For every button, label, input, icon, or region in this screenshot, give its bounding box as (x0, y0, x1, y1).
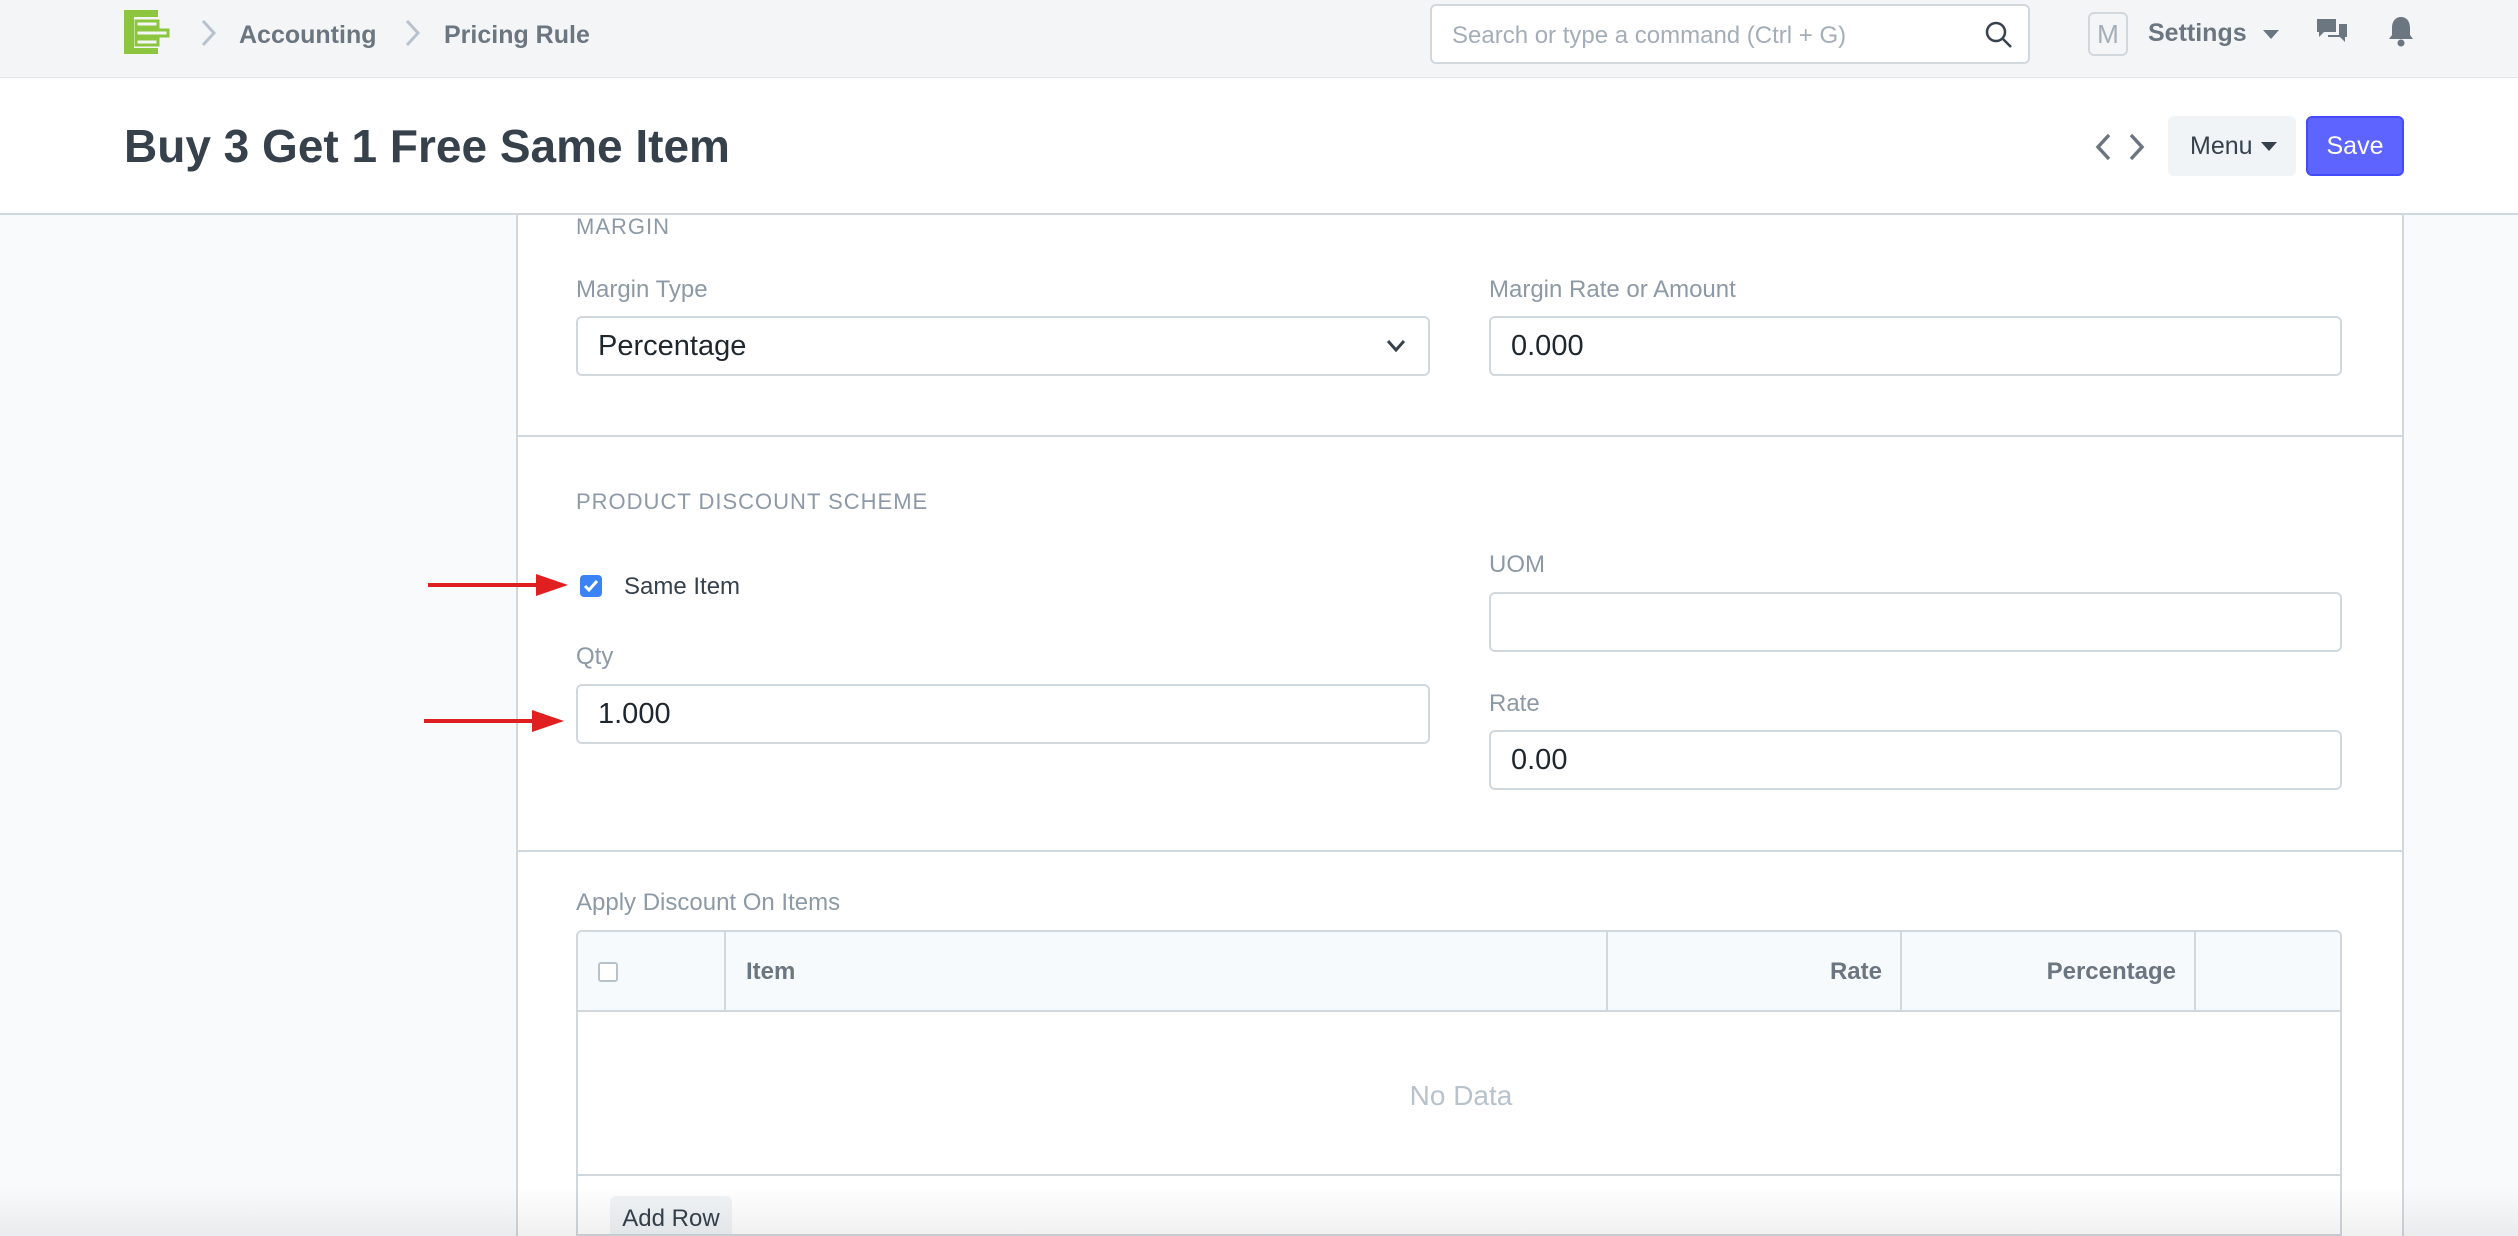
avatar[interactable]: M (2088, 12, 2128, 56)
page-title: Buy 3 Get 1 Free Same Item (124, 120, 730, 172)
apply-discount-grid: Item Rate Percentage No Data Add Row (576, 930, 2342, 1236)
column-header-rate: Rate (1829, 958, 1882, 985)
checkmark-icon (583, 580, 599, 593)
section-divider (516, 850, 2404, 852)
section-divider (516, 435, 2404, 437)
rate-input[interactable]: 0.00 (1489, 730, 2342, 790)
bell-icon[interactable] (2386, 14, 2416, 48)
grid-header-percentage: Percentage (1902, 932, 2196, 1012)
margin-type-select[interactable]: Percentage (576, 316, 1430, 376)
column-header-percentage: Percentage (2046, 958, 2176, 985)
app-logo-icon[interactable] (122, 8, 174, 56)
select-all-checkbox[interactable] (598, 962, 618, 982)
uom-label: UOM (1489, 551, 1545, 578)
section-heading-margin: MARGIN (576, 214, 670, 239)
grid-header-item: Item (726, 932, 1608, 1012)
previous-record-icon[interactable] (2092, 130, 2116, 164)
grid-header-row: Item Rate Percentage (578, 932, 2340, 1012)
top-navbar: Accounting Pricing Rule Search or type a… (0, 0, 2518, 78)
next-record-icon[interactable] (2124, 130, 2148, 164)
same-item-label[interactable]: Same Item (624, 573, 740, 601)
margin-type-value: Percentage (598, 330, 747, 362)
caret-down-icon (2263, 30, 2279, 39)
caret-down-icon (2261, 142, 2277, 151)
settings-dropdown[interactable]: Settings (2148, 18, 2247, 48)
chevron-down-icon (1386, 340, 1406, 353)
breadcrumb-accounting[interactable]: Accounting (239, 20, 377, 50)
breadcrumb-pricing-rule[interactable]: Pricing Rule (444, 20, 590, 50)
add-row-button[interactable]: Add Row (610, 1196, 732, 1234)
same-item-checkbox[interactable] (580, 575, 602, 597)
save-button[interactable]: Save (2306, 116, 2404, 176)
search-input[interactable]: Search or type a command (Ctrl + G) (1430, 4, 2030, 64)
grid-footer-divider (578, 1174, 2340, 1176)
annotation-arrow-icon (428, 574, 568, 596)
grid-header-rate: Rate (1608, 932, 1902, 1012)
chevron-right-icon (405, 19, 421, 47)
chevron-right-icon (201, 19, 217, 47)
search-icon (1985, 21, 2012, 48)
margin-rate-input[interactable]: 0.000 (1489, 316, 2342, 376)
column-header-item: Item (746, 958, 796, 985)
margin-rate-label: Margin Rate or Amount (1489, 276, 1736, 303)
grid-select-all-cell (578, 932, 726, 1012)
page-header: Buy 3 Get 1 Free Same Item Menu Save (0, 78, 2518, 215)
rate-label: Rate (1489, 690, 1540, 717)
qty-label: Qty (576, 643, 614, 670)
search-placeholder: Search or type a command (Ctrl + G) (1452, 22, 1847, 49)
qty-input[interactable]: 1.000 (576, 684, 1430, 744)
section-heading-product-discount: PRODUCT DISCOUNT SCHEME (576, 489, 929, 514)
chat-icon[interactable] (2314, 16, 2350, 48)
margin-type-label: Margin Type (576, 276, 708, 303)
apply-discount-label: Apply Discount On Items (576, 889, 841, 916)
uom-input[interactable] (1489, 592, 2342, 652)
annotation-arrow-icon (424, 710, 564, 732)
grid-empty-text: No Data (1409, 1080, 1513, 1111)
